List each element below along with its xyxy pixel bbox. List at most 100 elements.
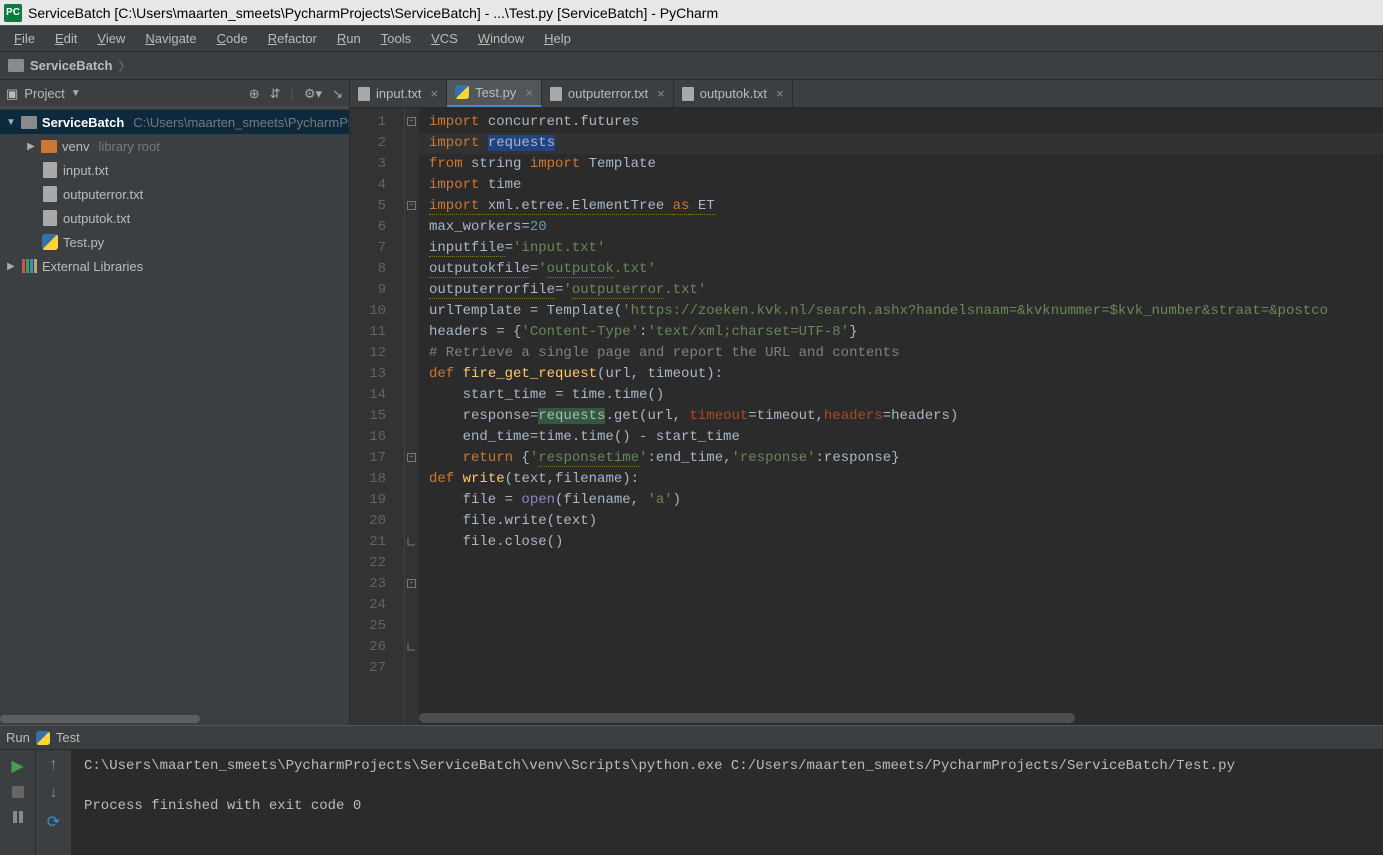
- tree-file[interactable]: outputok.txt: [0, 206, 349, 230]
- project-tree[interactable]: ▼ ServiceBatch C:\Users\maarten_smeets\P…: [0, 108, 349, 725]
- pause-icon[interactable]: [13, 811, 23, 826]
- folder-icon: [8, 59, 24, 72]
- tab-input-txt[interactable]: input.txt ×: [350, 80, 447, 107]
- run-toolbar-right: ↑ ↓ ⟳: [36, 750, 72, 855]
- tab-outputok-txt[interactable]: outputok.txt ×: [674, 80, 793, 107]
- tree-file[interactable]: outputerror.txt: [0, 182, 349, 206]
- arrow-right-icon[interactable]: ▶: [26, 141, 36, 152]
- breadcrumb[interactable]: ServiceBatch 〉: [0, 52, 1383, 80]
- tree-file-label: outputok.txt: [63, 211, 130, 226]
- tab-label: Test.py: [475, 85, 516, 100]
- fold-marker[interactable]: -: [407, 579, 416, 588]
- close-icon[interactable]: ×: [525, 85, 533, 100]
- app-icon: PC: [4, 4, 22, 22]
- close-icon[interactable]: ×: [431, 86, 439, 101]
- tree-file-label: input.txt: [63, 163, 109, 178]
- tree-venv[interactable]: ▶ venv library root: [0, 134, 349, 158]
- tab-label: outputerror.txt: [568, 86, 648, 101]
- tree-external-libs[interactable]: ▶ External Libraries: [0, 254, 349, 278]
- file-icon: [358, 87, 370, 101]
- project-tool-title: Project: [24, 86, 64, 101]
- close-icon[interactable]: ×: [657, 86, 665, 101]
- close-icon[interactable]: ×: [776, 86, 784, 101]
- run-tool-header: Run Test: [0, 726, 1383, 750]
- file-icon: [43, 186, 57, 202]
- project-tool-icon: ▣: [6, 86, 18, 102]
- python-icon: [36, 731, 50, 745]
- arrow-right-icon[interactable]: ▶: [6, 261, 16, 272]
- menu-edit[interactable]: Edit: [47, 29, 85, 48]
- python-icon: [42, 234, 58, 250]
- menu-help[interactable]: Help: [536, 29, 579, 48]
- code-body[interactable]: import concurrent.futuresimport requests…: [419, 108, 1383, 725]
- editor-tabs: input.txt×Test.py×outputerror.txt×output…: [350, 80, 1383, 108]
- menu-file[interactable]: File: [6, 29, 43, 48]
- python-icon: [455, 85, 469, 99]
- code-editor[interactable]: 1234567891011121314151617181920212223242…: [350, 108, 1383, 725]
- window-title: ServiceBatch [C:\Users\maarten_smeets\Py…: [28, 5, 718, 21]
- tab-outputerror-txt[interactable]: outputerror.txt ×: [542, 80, 674, 107]
- editor-h-scrollbar[interactable]: [419, 711, 1383, 725]
- library-icon: [22, 259, 37, 273]
- collapse-all-icon[interactable]: ⇵: [270, 86, 281, 102]
- run-config-name: Test: [56, 730, 80, 745]
- line-gutter[interactable]: 1234567891011121314151617181920212223242…: [350, 108, 405, 725]
- stop-icon[interactable]: [12, 786, 24, 801]
- tree-file[interactable]: Test.py: [0, 230, 349, 254]
- menu-refactor[interactable]: Refactor: [260, 29, 325, 48]
- run-cmd-line: C:\Users\maarten_smeets\PycharmProjects\…: [84, 758, 1235, 774]
- arrow-down-icon[interactable]: ▼: [6, 117, 16, 128]
- file-icon: [682, 87, 694, 101]
- menu-tools[interactable]: Tools: [373, 29, 419, 48]
- fold-marker[interactable]: -: [407, 201, 416, 210]
- menu-code[interactable]: Code: [209, 29, 256, 48]
- titlebar: PC ServiceBatch [C:\Users\maarten_smeets…: [0, 0, 1383, 26]
- divider: |: [291, 86, 294, 101]
- editor-area: input.txt×Test.py×outputerror.txt×output…: [350, 80, 1383, 725]
- tab-label: outputok.txt: [700, 86, 767, 101]
- menu-view[interactable]: View: [89, 29, 133, 48]
- fold-marker[interactable]: -: [407, 453, 416, 462]
- fold-strip[interactable]: - - - -: [405, 108, 419, 725]
- menu-navigate[interactable]: Navigate: [137, 29, 204, 48]
- down-icon[interactable]: ↓: [50, 784, 58, 802]
- rerun-icon[interactable]: ▶: [11, 756, 23, 776]
- tree-file-label: outputerror.txt: [63, 187, 143, 202]
- breadcrumb-project: ServiceBatch: [30, 58, 112, 73]
- run-title: Run: [6, 730, 30, 745]
- fold-end-marker[interactable]: [407, 537, 416, 546]
- menubar: FileEditViewNavigate CodeRefactorRunTools…: [0, 26, 1383, 52]
- tree-root[interactable]: ▼ ServiceBatch C:\Users\maarten_smeets\P…: [0, 110, 349, 134]
- file-icon: [43, 162, 57, 178]
- fold-marker[interactable]: -: [407, 117, 416, 126]
- tree-venv-note: library root: [98, 139, 159, 154]
- tree-root-path: C:\Users\maarten_smeets\PycharmProjects\…: [133, 115, 349, 130]
- tree-file[interactable]: input.txt: [0, 158, 349, 182]
- tab-Test-py[interactable]: Test.py ×: [447, 80, 542, 107]
- tab-label: input.txt: [376, 86, 422, 101]
- folder-icon: [21, 116, 37, 129]
- tree-ext-lib-label: External Libraries: [42, 259, 143, 274]
- hide-icon[interactable]: ↘: [332, 86, 343, 102]
- chevron-right-icon: 〉: [118, 56, 131, 75]
- menu-run[interactable]: Run: [329, 29, 369, 48]
- run-status-line: Process finished with exit code 0: [84, 798, 361, 814]
- chevron-down-icon[interactable]: ▼: [71, 88, 81, 99]
- gear-icon[interactable]: ⚙▾: [304, 86, 322, 102]
- run-toolbar-left: ▶: [0, 750, 36, 855]
- project-h-scrollbar[interactable]: [0, 713, 349, 725]
- fold-end-marker[interactable]: [407, 642, 416, 651]
- tree-venv-label: venv: [62, 139, 89, 154]
- scroll-from-source-icon[interactable]: ⊕: [249, 86, 260, 102]
- project-tool-window: ▣ Project ▼ ⊕ ⇵ | ⚙▾ ↘ ▼ ServiceBatch C:…: [0, 80, 350, 725]
- project-tool-header: ▣ Project ▼ ⊕ ⇵ | ⚙▾ ↘: [0, 80, 349, 108]
- folder-icon: [41, 140, 57, 153]
- up-icon[interactable]: ↑: [50, 756, 58, 774]
- run-output[interactable]: C:\Users\maarten_smeets\PycharmProjects\…: [72, 750, 1383, 855]
- file-icon: [43, 210, 57, 226]
- file-icon: [550, 87, 562, 101]
- tree-file-label: Test.py: [63, 235, 104, 250]
- menu-window[interactable]: Window: [470, 29, 532, 48]
- menu-vcs[interactable]: VCS: [423, 29, 466, 48]
- soft-wrap-icon[interactable]: ⟳: [47, 812, 60, 832]
